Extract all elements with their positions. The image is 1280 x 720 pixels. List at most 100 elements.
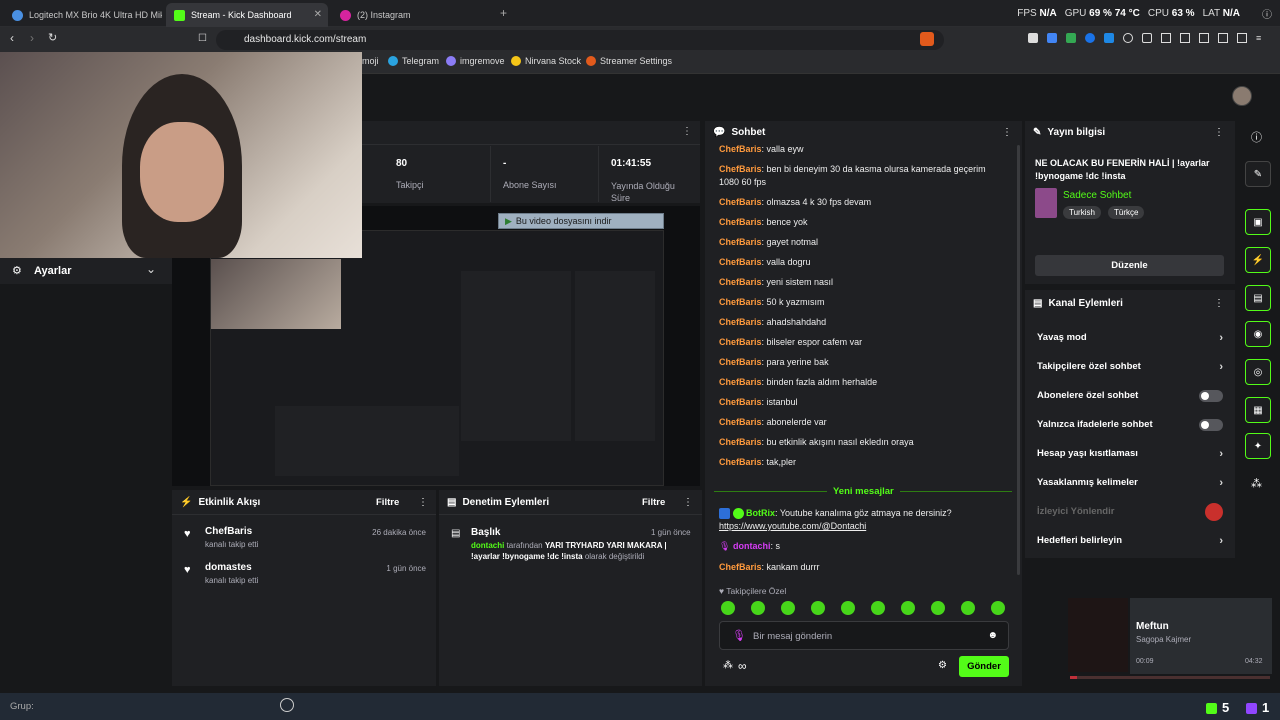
banned-words-row[interactable]: Yasaklanmış kelimeler ›	[1025, 468, 1235, 497]
emote-icon[interactable]	[961, 601, 975, 615]
download-video-button[interactable]: ▶ Bu video dosyasını indir	[498, 213, 664, 229]
chat-settings-icon[interactable]: ⚙	[938, 660, 947, 671]
chat-username[interactable]: ChefBaris	[719, 277, 762, 287]
activity-user[interactable]: domastes	[205, 562, 252, 573]
chat-username[interactable]: BotRix	[746, 508, 775, 518]
more-icon[interactable]: ⋮	[1002, 127, 1012, 138]
emote-icon[interactable]	[811, 601, 825, 615]
emoji-icon[interactable]: ☻	[987, 630, 998, 641]
sidebar-icon[interactable]	[1199, 33, 1209, 43]
chevron-down-icon[interactable]: ⌄	[146, 262, 156, 276]
forward-icon[interactable]: ›	[30, 31, 34, 45]
brave-shield-icon[interactable]	[920, 32, 934, 46]
extension-icon[interactable]	[1085, 33, 1095, 43]
chat-username[interactable]: ChefBaris	[719, 377, 762, 387]
more-icon[interactable]: ⋮	[683, 497, 693, 508]
moderation-filter-button[interactable]: Filtre	[642, 497, 665, 508]
account-age-row[interactable]: Hesap yaşı kısıtlaması ›	[1025, 439, 1235, 468]
send-button[interactable]: Gönder	[959, 656, 1009, 677]
bookmark-nirvana[interactable]: Nirvana Stock	[511, 56, 581, 66]
chat-username[interactable]: ChefBaris	[719, 297, 762, 307]
edit-icon[interactable]: ✎	[1245, 161, 1271, 187]
chat-username[interactable]: ChefBaris	[719, 437, 762, 447]
menu-icon[interactable]: ≡	[1256, 33, 1266, 43]
more-icon[interactable]: ⋮	[1214, 298, 1224, 309]
emote-picker-icon[interactable]: ⁂	[1251, 477, 1262, 490]
emote-only-row[interactable]: Yalnızca ifadelerle sohbet	[1025, 410, 1235, 439]
layout-icon[interactable]: ▦	[1245, 397, 1271, 423]
puzzle-icon[interactable]	[1142, 33, 1152, 43]
chat-link[interactable]: https://www.youtube.com/@Dontachi	[719, 521, 866, 531]
tab-instagram[interactable]: (2) Instagram	[332, 3, 492, 27]
emote-icon[interactable]	[751, 601, 765, 615]
goals-row[interactable]: Hedefleri belirleyin ›	[1025, 526, 1235, 555]
bookmark-imgremove[interactable]: imgremove	[446, 56, 505, 66]
obs-icon[interactable]	[280, 698, 294, 712]
translate-icon[interactable]	[1047, 33, 1057, 43]
chat-bubble-icon[interactable]: ◉	[1245, 321, 1271, 347]
followers-only-row[interactable]: Takipçilere özel sohbet ›	[1025, 352, 1235, 381]
chat-username[interactable]: ChefBaris	[719, 397, 762, 407]
emote-icon[interactable]	[901, 601, 915, 615]
activity-user[interactable]: ChefBaris	[205, 526, 252, 537]
infinity-icon[interactable]: ∞	[738, 659, 747, 673]
extension-icon[interactable]	[1161, 33, 1171, 43]
emote-icon[interactable]	[781, 601, 795, 615]
emote-picker-icon[interactable]: ⁂	[723, 660, 733, 671]
chat-input[interactable]: 🎙 Bir mesaj gönderin ☻	[719, 621, 1009, 650]
chat-username[interactable]: ChefBaris	[719, 257, 762, 267]
emote-only-toggle[interactable]	[1199, 418, 1223, 431]
subs-only-row[interactable]: Abonelere özel sohbet	[1025, 381, 1235, 410]
edit-button[interactable]: Düzenle	[1035, 255, 1224, 276]
chat-username[interactable]: ChefBaris	[719, 217, 762, 227]
broadcast-icon[interactable]: ◎	[1245, 359, 1271, 385]
subs-only-toggle[interactable]	[1199, 389, 1223, 402]
tab-logitech[interactable]: Logitech MX Brio 4K Ultra HD Mikrof	[4, 3, 162, 27]
slow-mode-row[interactable]: Yavaş mod ›	[1025, 323, 1235, 352]
url-field[interactable]: dashboard.kick.com/stream	[216, 30, 944, 50]
bookmark-telegram[interactable]: Telegram	[388, 56, 439, 66]
media-icon[interactable]	[1180, 33, 1190, 43]
extension-icon[interactable]	[1123, 33, 1133, 43]
emote-icon[interactable]	[841, 601, 855, 615]
chat-username[interactable]: ChefBaris	[719, 562, 762, 572]
chat-username[interactable]: ChefBaris	[719, 144, 762, 154]
bookmark-moji[interactable]: moji	[362, 56, 379, 66]
moderation-user[interactable]: dontachi	[471, 541, 504, 550]
more-icon[interactable]: ⋮	[418, 497, 428, 508]
track-progress[interactable]	[1070, 676, 1270, 679]
document-icon[interactable]: ▤	[1245, 285, 1271, 311]
back-icon[interactable]: ‹	[10, 31, 14, 45]
camera-icon[interactable]: ▣	[1245, 209, 1271, 235]
emote-icon[interactable]	[721, 601, 735, 615]
wallet-icon[interactable]	[1218, 33, 1228, 43]
raid-row[interactable]: İzleyici Yönlendir	[1025, 497, 1235, 526]
tab-kick-dashboard[interactable]: Stream - Kick Dashboard ✕	[166, 3, 328, 27]
chat-username[interactable]: ChefBaris	[719, 197, 762, 207]
chat-username[interactable]: ChefBaris	[719, 317, 762, 327]
extension-icon[interactable]	[1237, 33, 1247, 43]
info-icon[interactable]: ⓘ	[1251, 129, 1262, 145]
info-icon[interactable]: ⓘ	[1262, 6, 1272, 21]
chat-username[interactable]: ChefBaris	[719, 337, 762, 347]
chat-scrollbar[interactable]	[1017, 145, 1020, 575]
chat-username[interactable]: dontachi	[733, 541, 771, 551]
bolt-icon[interactable]: ⚡	[1245, 247, 1271, 273]
chat-username[interactable]: ChefBaris	[719, 357, 762, 367]
bookmark-streamer-settings[interactable]: Streamer Settings	[586, 56, 672, 66]
chat-username[interactable]: ChefBaris	[719, 237, 762, 247]
emote-icon[interactable]	[931, 601, 945, 615]
more-icon[interactable]: ⋮	[1214, 127, 1224, 138]
bookmark-icon[interactable]: ☐	[198, 33, 207, 44]
chat-username[interactable]: ChefBaris	[719, 164, 762, 174]
activity-filter-button[interactable]: Filtre	[376, 497, 399, 508]
extension-icon[interactable]	[1104, 33, 1114, 43]
extension-icon[interactable]	[1028, 33, 1038, 43]
extension-icon[interactable]	[1066, 33, 1076, 43]
chat-username[interactable]: ChefBaris	[719, 417, 762, 427]
emote-icon[interactable]	[991, 601, 1005, 615]
category-name[interactable]: Sadece Sohbet	[1063, 190, 1131, 201]
new-tab-icon[interactable]: +	[500, 6, 507, 20]
emote-icon[interactable]	[871, 601, 885, 615]
close-tab-icon[interactable]: ✕	[314, 9, 322, 20]
